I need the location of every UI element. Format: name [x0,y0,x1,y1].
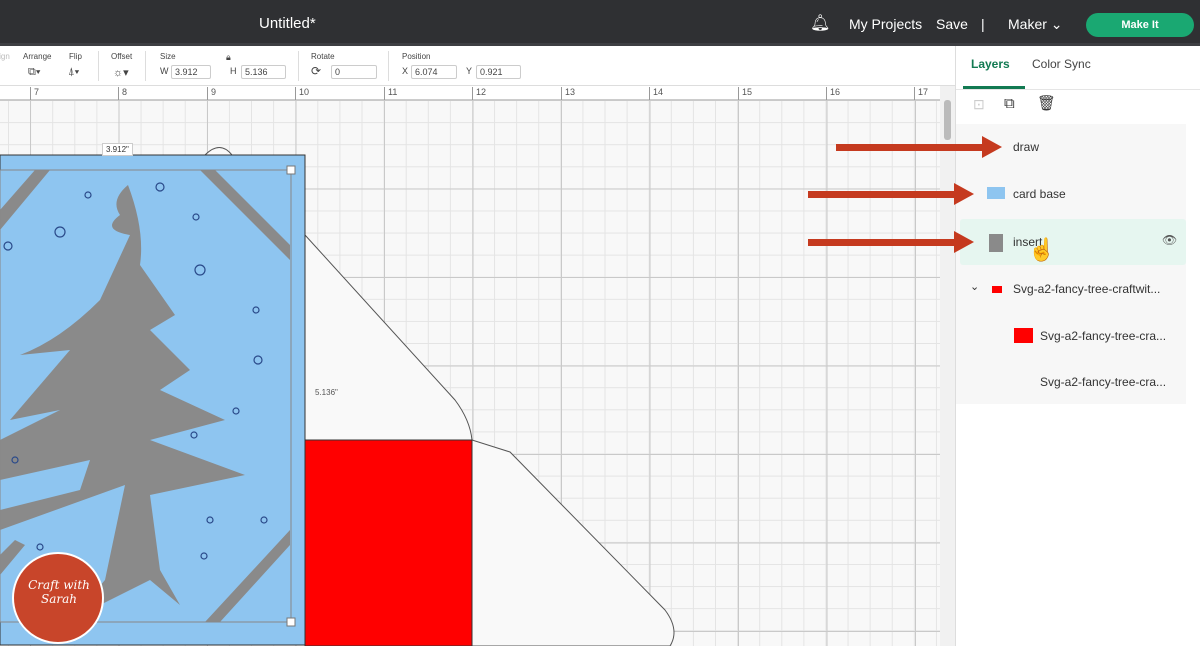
layer-swatch [1014,328,1033,343]
project-title[interactable]: Untitled* [259,15,316,32]
machine-label: Maker [1008,16,1047,32]
vertical-scrollbar[interactable] [940,86,955,646]
my-projects-link[interactable]: My Projects [849,16,922,32]
logo-text: Craft with Sarah [28,578,90,606]
annotation-arrow [808,231,974,253]
position-label: Position [402,52,431,61]
design-canvas[interactable]: 3.912" 5.136" Craft with Sarah [0,100,940,646]
h-label: H [230,66,237,76]
offset-label: Offset [111,52,133,61]
envelope-top-tab [204,147,233,156]
annotation-arrow [836,136,1002,158]
lock-icon[interactable]: 🔒︎ [226,52,231,63]
layer-swatch [987,187,1005,199]
machine-select[interactable]: Maker ⌄ [1008,16,1063,33]
arrange-icon[interactable]: ⧉▾ [28,66,40,79]
width-input[interactable]: 3.912 [171,65,211,79]
ruler-tick: 11 [384,87,397,100]
hand-cursor-icon: ☝ [1028,237,1056,262]
arrange-label: Arrange [23,52,52,61]
duplicate-icon[interactable]: ⧉ [1004,95,1015,112]
resize-handle [286,617,296,627]
red-insert [304,439,473,646]
rotate-input[interactable]: 0 [331,65,377,79]
annotation-arrow [808,183,974,205]
ruler-tick: 9 [207,87,216,100]
ruler-tick: 8 [118,87,127,100]
align-label: Align [0,52,10,61]
layer-swatch [992,286,1002,293]
horizontal-ruler: 7 8 9 10 11 12 13 14 15 16 17 [0,86,940,100]
chevron-down-icon: ⌄ [1050,16,1063,32]
scroll-thumb[interactable] [944,100,951,140]
tab-color-sync[interactable]: Color Sync [1032,57,1091,71]
ruler-tick: 7 [30,87,39,100]
top-bar: Untitled* 🔔︎ My Projects Save | Maker ⌄ … [0,0,1200,46]
chevron-down-icon[interactable]: ⌄ [970,280,979,293]
resize-handle [286,165,296,175]
x-input[interactable]: 6.074 [411,65,457,79]
rotate-icon: ⟳ [311,64,322,78]
w-label: W [160,66,169,76]
tab-layers[interactable]: Layers [971,57,1010,71]
x-label: X [402,66,409,76]
layer-svg-child[interactable]: Svg-a2-fancy-tree-cra... [960,359,1186,405]
height-input[interactable]: 5.136 [241,65,286,79]
layer-card-base[interactable]: card base [960,171,1186,217]
bell-icon[interactable]: 🔔︎ [810,13,830,33]
ruler-tick: 12 [472,87,486,100]
ruler-tick: 13 [561,87,575,100]
make-it-button[interactable]: Make It [1086,13,1194,37]
ruler-tick: 14 [649,87,663,100]
eye-icon[interactable]: 👁︎ [1162,233,1177,247]
ruler-tick: 15 [738,87,752,100]
height-dimension: 5.136" [315,388,338,397]
layer-group-svg[interactable]: ⌄ Svg-a2-fancy-tree-craftwit... [960,266,1186,312]
canvas-artwork [0,147,675,646]
layer-name: card base [1013,187,1066,201]
y-label: Y [466,66,473,76]
ruler-tick: 16 [826,87,840,100]
layer-name: draw [1013,140,1040,154]
size-label: Size [160,52,176,61]
layer-name: Svg-a2-fancy-tree-craftwit... [1013,282,1161,296]
flip-label: Flip [69,52,82,61]
layer-svg-child[interactable]: Svg-a2-fancy-tree-cra... [960,313,1186,359]
offset-icon[interactable]: ☼▾ [113,66,129,79]
separator: | [981,16,985,32]
ruler-tick: 17 [914,87,928,100]
layer-swatch [989,234,1003,252]
group-icon[interactable]: ⊡ [973,96,985,113]
layer-name: Svg-a2-fancy-tree-cra... [1040,329,1167,343]
layer-name: Svg-a2-fancy-tree-cra... [1040,375,1167,389]
rotate-label: Rotate [311,52,335,61]
y-input[interactable]: 0.921 [476,65,521,79]
width-dimension: 3.912" [102,143,133,156]
layer-insert[interactable]: insert 👁︎ ☝ [960,219,1186,265]
flip-icon[interactable]: ⍋▾ [68,66,79,79]
ruler-tick: 10 [295,87,309,100]
trash-icon[interactable]: 🗑︎ [1037,94,1056,112]
save-button[interactable]: Save [936,16,968,32]
edit-toolbar: Align Arrange ⧉▾ Flip ⍋▾ Offset ☼▾ Size … [0,46,955,86]
